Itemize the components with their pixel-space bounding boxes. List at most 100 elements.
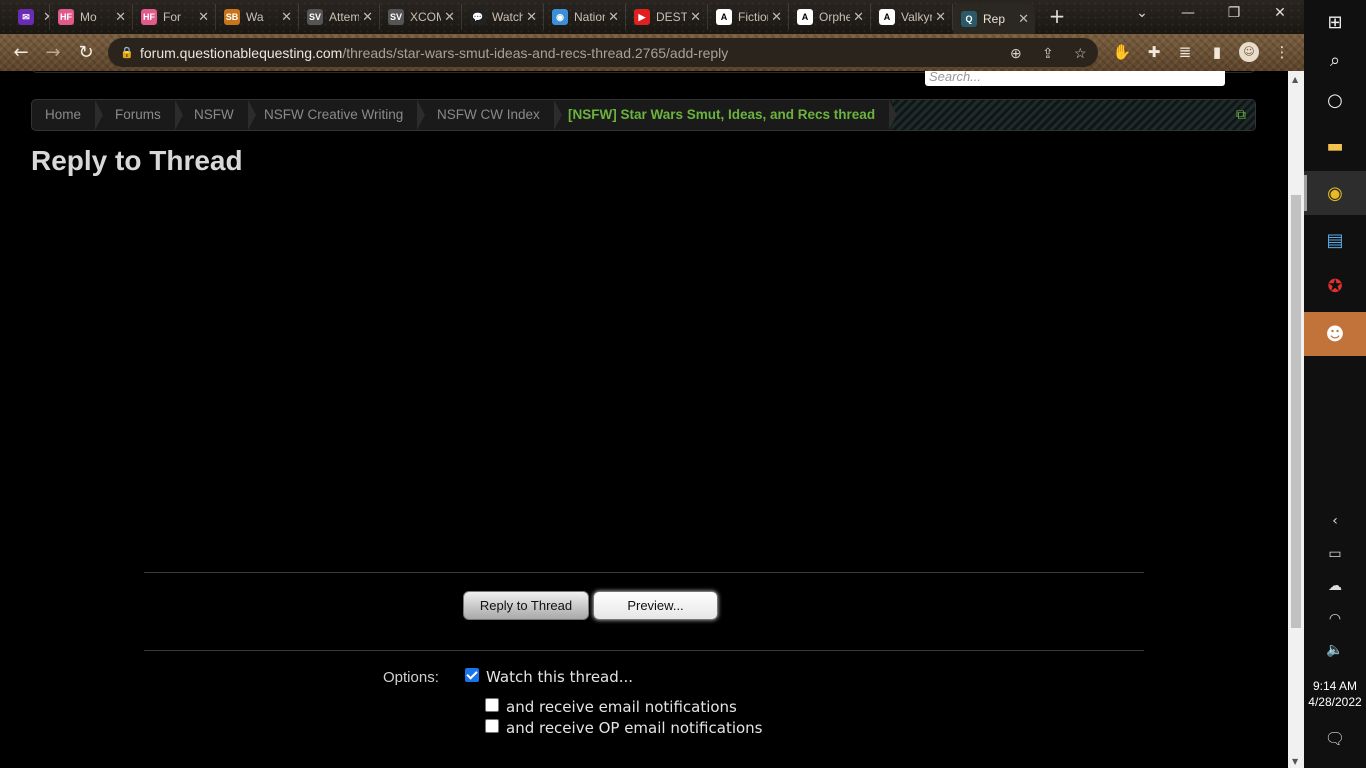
breadcrumb-item-nsfw-creative-writing[interactable]: NSFW Creative Writing	[264, 100, 426, 130]
breadcrumb-item-nsfw-cw-index[interactable]: NSFW CW Index	[437, 100, 562, 130]
volume-icon[interactable]: 🔈	[1304, 642, 1366, 658]
side-panel-icon[interactable]: ▮	[1207, 42, 1227, 62]
browser-tab[interactable]: SV Attemp✕	[299, 4, 380, 30]
new-tab-button[interactable]: +	[1045, 6, 1069, 28]
tab-close-icon[interactable]: ✕	[362, 9, 373, 25]
tab-title: XCOM:	[410, 10, 441, 24]
search-input[interactable]: Search...	[925, 71, 1225, 86]
battery-icon[interactable]: ▭	[1304, 546, 1366, 562]
tab-close-icon[interactable]: ✕	[853, 9, 864, 25]
back-arrow-icon[interactable]: ←	[8, 40, 34, 66]
chrome-icon[interactable]: ◉	[1304, 171, 1366, 215]
browser-tab[interactable]: A Fiction.✕	[708, 4, 789, 30]
search-icon[interactable]: ⌕	[1304, 38, 1366, 82]
tab-title: NationS	[574, 10, 605, 24]
watch-thread-checkbox[interactable]	[465, 668, 479, 682]
tab-favicon-icon: SV	[388, 9, 404, 25]
tab-close-icon[interactable]: ✕	[43, 9, 49, 25]
file-explorer-icon[interactable]: ▬	[1304, 124, 1366, 168]
extension-hand-icon[interactable]: ✋	[1112, 42, 1132, 62]
extensions-puzzle-icon[interactable]: ✚	[1144, 42, 1164, 62]
reply-to-thread-button[interactable]: Reply to Thread	[463, 591, 589, 620]
discord-icon[interactable]: ☻	[1304, 312, 1366, 356]
preview-button[interactable]: Preview...	[593, 591, 718, 620]
browser-tab[interactable]: HF For ✕	[133, 4, 216, 30]
tab-search-chevron-icon[interactable]: ⌄	[1122, 5, 1162, 21]
tab-close-icon[interactable]: ✕	[608, 9, 619, 25]
browser-tab[interactable]: ▶ DESTIN✕	[626, 4, 708, 30]
tab-favicon-icon: SB	[224, 9, 240, 25]
browser-tab[interactable]: ◉ NationS✕	[544, 4, 626, 30]
scroll-up-arrow-icon[interactable]: ▲	[1292, 75, 1298, 84]
tab-close-icon[interactable]: ✕	[771, 9, 782, 25]
tab-favicon-icon: Q	[961, 10, 977, 27]
browser-tab[interactable]: 💬 Watche✕	[462, 4, 544, 30]
restore-button[interactable]: ❐	[1214, 5, 1254, 21]
scrollbar-thumb[interactable]	[1291, 195, 1301, 628]
op-email-notifications-option[interactable]: and receive OP email notifications	[485, 719, 763, 737]
browser-tab[interactable]: Q Rep ✕	[953, 3, 1035, 34]
browser-tab[interactable]: A Valkyrie✕	[871, 4, 953, 30]
tab-close-icon[interactable]: ✕	[281, 9, 292, 25]
browser-menu-icon[interactable]: ⋮	[1272, 42, 1292, 62]
lock-icon: 🔒	[120, 47, 134, 59]
reload-icon[interactable]: ↻	[73, 40, 99, 66]
minimize-button[interactable]: —	[1168, 5, 1208, 21]
app-red-icon[interactable]: ✪	[1304, 264, 1366, 308]
tab-title: Wa	[246, 10, 264, 24]
tab-favicon-icon: 💬	[470, 9, 486, 25]
watch-thread-option[interactable]: Watch this thread...	[465, 668, 633, 686]
email-notifications-label: and receive email notifications	[506, 698, 737, 716]
clock-time: 9:14 AM	[1312, 679, 1358, 693]
show-hidden-icons-chevron-icon[interactable]: ‹	[1304, 513, 1366, 529]
tab-favicon-icon: ◉	[552, 9, 568, 25]
breadcrumb: Home Forums NSFW NSFW Creative Writing N…	[31, 99, 1256, 131]
tab-close-icon[interactable]: ✕	[198, 9, 209, 25]
external-link-icon[interactable]: ⧉	[1233, 106, 1249, 122]
tab-favicon-icon: A	[797, 9, 813, 25]
forward-arrow-icon[interactable]: →	[40, 40, 66, 66]
tab-close-icon[interactable]: ✕	[935, 9, 946, 25]
wifi-icon[interactable]: ◠	[1304, 611, 1366, 627]
breadcrumb-item-forums[interactable]: Forums	[115, 100, 183, 130]
browser-tab[interactable]: ✉✕	[10, 4, 50, 30]
email-notifications-option[interactable]: and receive email notifications	[485, 698, 737, 716]
breadcrumb-item-home[interactable]: Home	[45, 100, 104, 130]
url-path: /threads/star-wars-smut-ideas-and-recs-t…	[342, 44, 729, 61]
scroll-down-arrow-icon[interactable]: ▼	[1292, 757, 1298, 766]
tab-title: Watche	[492, 10, 523, 24]
address-bar[interactable]: 🔒 forum.questionablequesting.com/threads…	[108, 38, 1098, 67]
media-control-icon[interactable]: ≣	[1175, 42, 1195, 62]
task-view-icon[interactable]: ○	[1304, 78, 1366, 122]
browser-tab[interactable]: SV XCOM:✕	[380, 4, 462, 30]
clock-date: 4/28/2022	[1308, 695, 1362, 709]
close-window-button[interactable]: ✕	[1260, 5, 1300, 21]
onedrive-cloud-icon[interactable]: ☁	[1304, 578, 1366, 594]
op-email-notifications-label: and receive OP email notifications	[506, 719, 763, 737]
bookmark-star-icon[interactable]: ☆	[1074, 45, 1087, 62]
tab-close-icon[interactable]: ✕	[690, 9, 701, 25]
tab-close-icon[interactable]: ✕	[444, 9, 455, 25]
breadcrumb-item-current[interactable]: [NSFW] Star Wars Smut, Ideas, and Recs t…	[568, 100, 898, 130]
tab-title: For	[163, 10, 181, 24]
news-app-icon[interactable]: ▤	[1304, 218, 1366, 262]
zoom-icon[interactable]: ⊕	[1010, 45, 1022, 62]
tab-favicon-icon: A	[879, 9, 895, 25]
browser-tab[interactable]: HF Mo ✕	[50, 4, 133, 30]
breadcrumb-item-nsfw[interactable]: NSFW	[194, 100, 256, 130]
op-email-notifications-checkbox[interactable]	[485, 719, 499, 733]
notifications-icon[interactable]: 🗨	[1304, 729, 1366, 748]
email-notifications-checkbox[interactable]	[485, 698, 499, 712]
tab-favicon-icon: ▶	[634, 9, 650, 25]
browser-tab[interactable]: SB Wa ✕	[216, 4, 299, 30]
page-scrollbar[interactable]: ▲ ▼	[1288, 71, 1304, 768]
tab-close-icon[interactable]: ✕	[526, 9, 537, 25]
tab-close-icon[interactable]: ✕	[1018, 11, 1029, 27]
tab-close-icon[interactable]: ✕	[115, 9, 126, 25]
system-clock[interactable]: 9:14 AM 4/28/2022	[1304, 678, 1366, 710]
tab-favicon-icon: SV	[307, 9, 323, 25]
share-icon[interactable]: ⇪	[1042, 45, 1054, 62]
options-label: Options:	[383, 669, 439, 686]
browser-tab[interactable]: A Orpheu✕	[789, 4, 871, 30]
profile-avatar-icon[interactable]: ☺	[1239, 42, 1259, 62]
